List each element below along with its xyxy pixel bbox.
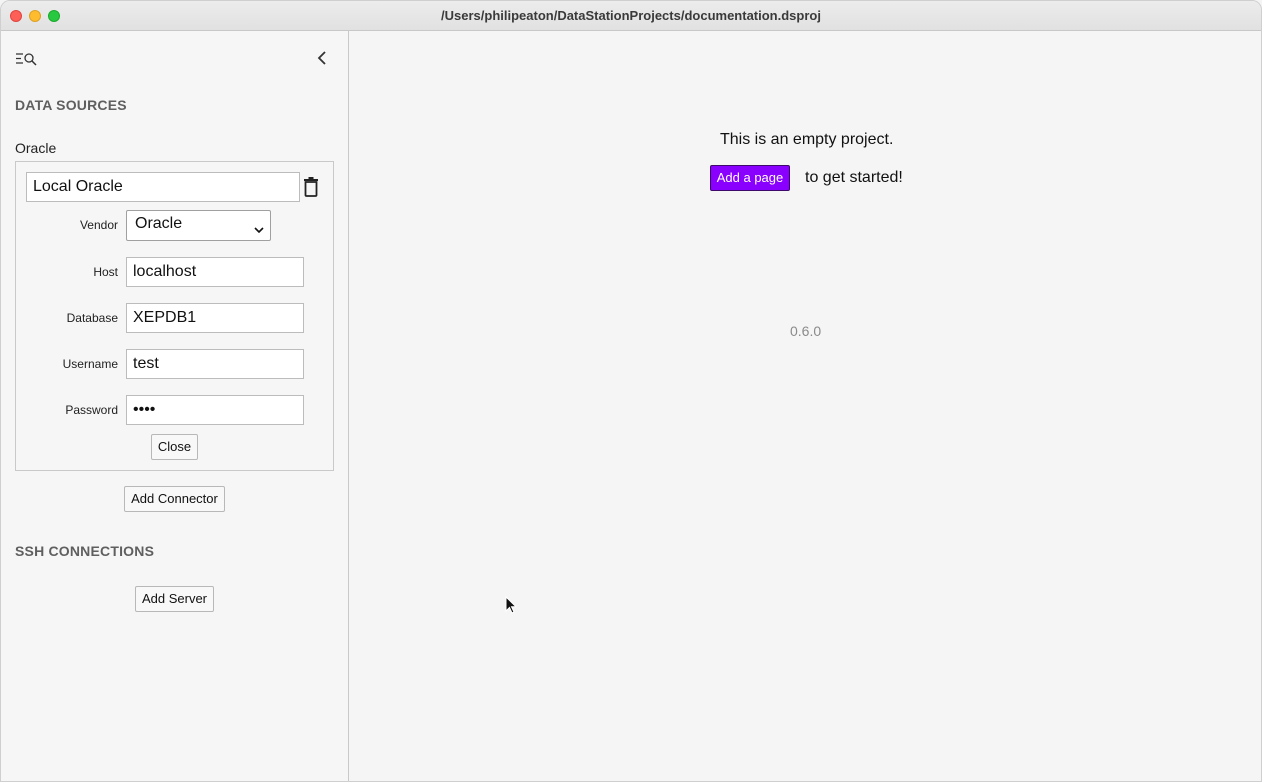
- trash-icon[interactable]: [303, 177, 319, 197]
- add-connector-button[interactable]: Add Connector: [124, 486, 225, 512]
- add-server-button[interactable]: Add Server: [135, 586, 214, 612]
- chevron-left-icon[interactable]: [315, 50, 329, 66]
- connector-panel: Vendor Oracle Host Database Username Pas…: [15, 161, 334, 471]
- vendor-select[interactable]: Oracle: [126, 210, 271, 241]
- empty-project-text: This is an empty project.: [720, 131, 894, 148]
- password-input[interactable]: [126, 395, 304, 425]
- vendor-label: Vendor: [79, 218, 118, 232]
- chevron-down-icon: [254, 221, 264, 234]
- username-input[interactable]: [126, 349, 304, 379]
- add-page-button[interactable]: Add a page: [710, 165, 790, 191]
- data-sources-title: DATA SOURCES: [15, 97, 127, 113]
- main-panel: This is an empty project. Add a page to …: [350, 31, 1261, 781]
- app-window: /Users/philipeaton/DataStationProjects/d…: [0, 0, 1262, 782]
- version-label: 0.6.0: [790, 323, 822, 339]
- title-bar: /Users/philipeaton/DataStationProjects/d…: [1, 1, 1261, 31]
- get-started-text: to get started!: [805, 169, 903, 186]
- ssh-connections-title: SSH CONNECTIONS: [15, 543, 155, 559]
- close-button[interactable]: Close: [151, 434, 198, 460]
- connector-name-input[interactable]: [26, 172, 300, 202]
- host-label: Host: [93, 265, 118, 279]
- window-title: /Users/philipeaton/DataStationProjects/d…: [441, 8, 821, 23]
- username-label: Username: [62, 357, 118, 371]
- database-label: Database: [66, 311, 118, 325]
- password-label: Password: [65, 403, 118, 417]
- database-input[interactable]: [126, 303, 304, 333]
- sidebar: DATA SOURCES Oracle Vendor Oracle Host: [1, 31, 349, 781]
- host-input[interactable]: [126, 257, 304, 287]
- list-search-icon[interactable]: [15, 51, 39, 67]
- mouse-cursor-icon: [505, 595, 518, 614]
- vendor-selected-value: Oracle: [135, 215, 183, 232]
- source-type-label: Oracle: [15, 140, 57, 156]
